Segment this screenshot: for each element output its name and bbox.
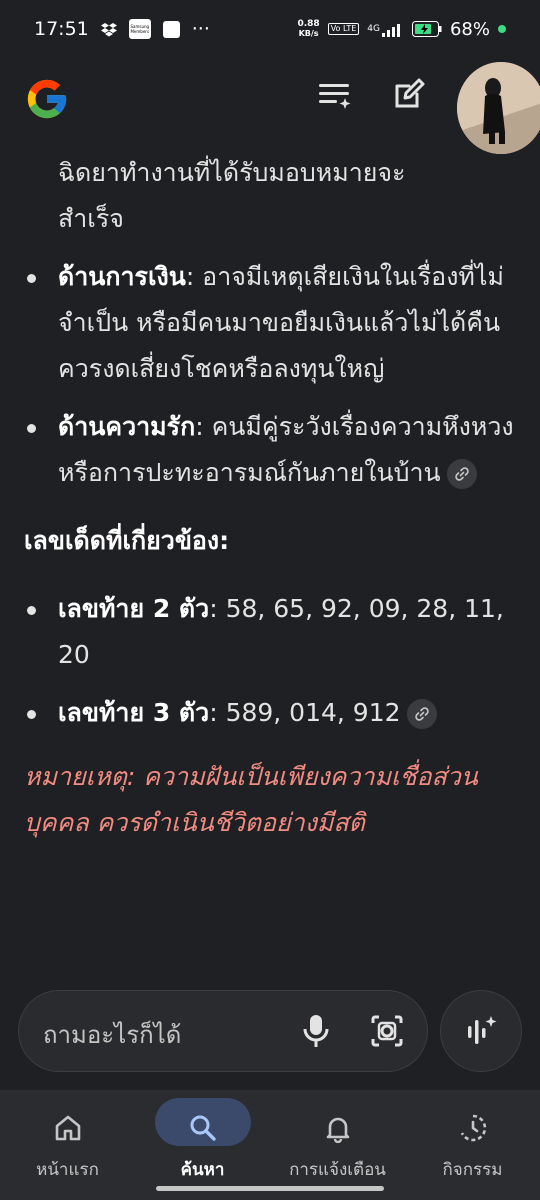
net-speed: 0.88 KB/s <box>297 19 320 38</box>
history-button[interactable] <box>315 74 355 114</box>
home-icon <box>48 1108 88 1148</box>
dropbox-icon <box>100 21 117 37</box>
battery-icon <box>411 21 442 37</box>
nav-item-search[interactable]: ค้นหา <box>135 1090 270 1200</box>
app-icon <box>162 20 180 38</box>
list-item: เลขท้าย 2 ตัว: 58, 65, 92, 09, 28, 11, 2… <box>24 586 524 678</box>
search-icon <box>183 1108 223 1148</box>
source-link-icon[interactable] <box>406 699 437 729</box>
status-bar: 17:51 Samsung Members ··· 0.88 KB/s Vo L… <box>0 0 540 58</box>
privacy-dot-icon <box>498 25 506 33</box>
lucky-heading: เลขเด็ดที่เกี่ยวข้อง: <box>24 526 230 555</box>
avatar[interactable] <box>457 62 540 154</box>
sparkle-waveform-icon <box>468 1016 497 1044</box>
bell-icon <box>318 1108 358 1148</box>
samsung-members-icon: Samsung Members <box>128 19 151 39</box>
nav-item-notifications[interactable]: การแจ้งเตือน <box>270 1090 405 1200</box>
activity-icon <box>453 1108 493 1148</box>
volte-icon: Vo LTE <box>327 23 360 35</box>
intro-text: ฉิดยาทำงานที่ได้รับมอบหมายจะ สำเร็จ <box>58 158 406 233</box>
mic-icon[interactable] <box>299 1013 333 1053</box>
google-logo[interactable] <box>24 76 70 122</box>
home-indicator[interactable] <box>156 1186 384 1191</box>
live-button[interactable] <box>440 990 522 1072</box>
list-sparkle-icon <box>319 84 351 109</box>
battery-percent: 68% <box>449 18 490 40</box>
lens-icon[interactable] <box>369 1013 405 1053</box>
list-item: ด้านความรัก: คนมีคู่ระวังเรื่องความหึงหว… <box>24 404 524 496</box>
edit-icon <box>395 78 425 108</box>
search-bar[interactable]: ถามอะไรก็ได้ <box>18 990 428 1072</box>
status-time: 17:51 <box>34 18 89 40</box>
search-input[interactable]: ถามอะไรก็ได้ <box>43 1015 181 1054</box>
nav-item-home[interactable]: หน้าแรก <box>0 1090 135 1200</box>
new-chat-button[interactable] <box>389 74 429 114</box>
signal-icon: 4G <box>367 21 404 37</box>
nav-item-activity[interactable]: กิจกรรม <box>405 1090 540 1200</box>
disclaimer-note: หมายเหตุ: ความฝันเป็นเพียงความเชื่อส่วนบ… <box>24 762 478 837</box>
source-link-icon[interactable] <box>446 459 477 489</box>
bottom-navigation: หน้าแรก ค้นหา การแจ้งเตือน กิจกรรม <box>0 1090 540 1200</box>
more-icon: ··· <box>191 18 210 40</box>
list-item: ด้านการเงิน: อาจมีเหตุเสียเงินในเรื่องที… <box>24 254 524 392</box>
list-item: เลขท้าย 3 ตัว: 589, 014, 912 <box>24 690 524 736</box>
answer-content: ฉิดยาทำงานที่ได้รับมอบหมายจะ สำเร็จ ด้าน… <box>24 150 524 846</box>
